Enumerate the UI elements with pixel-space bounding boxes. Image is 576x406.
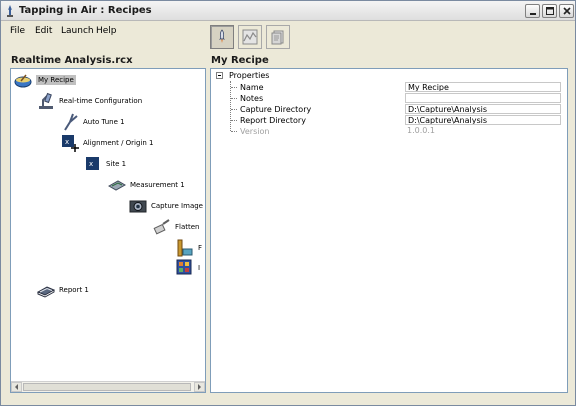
tree-label: Flatten bbox=[175, 223, 200, 231]
properties-grid: Properties Name My Recipe Notes Capture … bbox=[210, 68, 568, 393]
tree-label: I bbox=[198, 264, 201, 272]
alignment-icon: x bbox=[62, 135, 79, 152]
tree-label: Auto Tune 1 bbox=[83, 118, 125, 126]
maximize-icon bbox=[546, 7, 554, 15]
chart-button[interactable] bbox=[238, 25, 262, 49]
property-row-notes: Notes bbox=[231, 93, 561, 104]
name-value-field[interactable]: My Recipe bbox=[405, 82, 561, 92]
measurement-icon bbox=[108, 180, 126, 191]
document-button[interactable] bbox=[266, 25, 290, 49]
properties-group-label: Properties bbox=[229, 71, 270, 80]
capture-directory-field[interactable]: D:\Capture\Analysis bbox=[405, 104, 561, 114]
menu-file[interactable]: File bbox=[10, 26, 25, 36]
tree-label: Site 1 bbox=[106, 160, 127, 168]
maximize-button[interactable] bbox=[542, 4, 557, 18]
tree-connector bbox=[231, 120, 237, 121]
tree-label: Measurement 1 bbox=[130, 181, 185, 189]
menu-launch[interactable]: Launch bbox=[61, 26, 94, 36]
property-row-report-directory: Report Directory D:\Capture\Analysis bbox=[231, 115, 561, 126]
tree-label: Real-time Configuration bbox=[59, 97, 143, 105]
tree-label: My Recipe bbox=[36, 75, 76, 85]
recipe-tree[interactable]: My Recipe Real-time Configuration Auto T… bbox=[10, 68, 206, 393]
scroll-thumb[interactable] bbox=[23, 383, 191, 391]
tree-label: Alignment / Origin 1 bbox=[83, 139, 154, 147]
arrow-right-icon bbox=[198, 384, 201, 390]
recipes-window: Tapping in Air : Recipes File Edit Launc… bbox=[0, 0, 576, 406]
scroll-right-button[interactable] bbox=[194, 382, 205, 392]
bowl-icon bbox=[14, 74, 32, 88]
ruler-icon bbox=[177, 239, 193, 257]
menu-edit[interactable]: Edit bbox=[35, 26, 52, 36]
tree-horizontal-scrollbar[interactable] bbox=[11, 381, 205, 392]
title-bar[interactable]: Tapping in Air : Recipes bbox=[1, 1, 575, 21]
microscope-icon bbox=[39, 92, 53, 109]
property-name: Version bbox=[240, 127, 270, 136]
collapse-toggle-icon[interactable] bbox=[216, 72, 223, 79]
report-icon bbox=[37, 286, 55, 298]
image-grid-icon bbox=[176, 259, 192, 275]
launch-rocket-button[interactable] bbox=[210, 25, 234, 49]
minimize-button[interactable] bbox=[525, 4, 540, 18]
property-row-capture-directory: Capture Directory D:\Capture\Analysis bbox=[231, 104, 561, 115]
site-icon: x bbox=[86, 157, 99, 170]
close-icon bbox=[563, 7, 571, 15]
close-button[interactable] bbox=[559, 4, 574, 18]
tree-connector bbox=[231, 131, 237, 132]
notes-value-field[interactable] bbox=[405, 93, 561, 103]
chart-icon bbox=[242, 29, 258, 45]
rocket-icon bbox=[219, 29, 225, 43]
document-icon bbox=[271, 30, 284, 45]
selected-item-title: My Recipe bbox=[211, 55, 269, 66]
app-icon bbox=[7, 5, 13, 17]
svg-text:x: x bbox=[89, 160, 93, 168]
property-name: Capture Directory bbox=[240, 105, 312, 114]
tree-connector bbox=[231, 87, 237, 88]
property-name: Report Directory bbox=[240, 116, 306, 125]
recipe-file-title: Realtime Analysis.rcx bbox=[11, 55, 133, 66]
tree-label: F bbox=[198, 244, 203, 252]
tree-connector bbox=[231, 98, 237, 99]
tree-connector bbox=[231, 109, 237, 110]
property-name: Notes bbox=[240, 94, 264, 103]
menu-help[interactable]: Help bbox=[96, 26, 117, 36]
tree-label: Capture Image bbox=[151, 202, 203, 210]
scroll-left-button[interactable] bbox=[11, 382, 22, 392]
property-row-version: Version 1.0.0.1 bbox=[231, 126, 561, 137]
camera-icon bbox=[129, 200, 147, 213]
tree-label: Report 1 bbox=[59, 286, 89, 294]
tuning-fork-icon bbox=[64, 113, 78, 131]
report-directory-field[interactable]: D:\Capture\Analysis bbox=[405, 115, 561, 125]
svg-text:x: x bbox=[65, 138, 69, 146]
flatten-icon bbox=[153, 219, 170, 235]
version-value: 1.0.0.1 bbox=[405, 126, 561, 136]
window-title: Tapping in Air : Recipes bbox=[19, 5, 152, 16]
minimize-icon bbox=[530, 13, 536, 15]
menu-bar: File Edit Launch Help bbox=[1, 22, 201, 40]
property-name: Name bbox=[240, 83, 264, 92]
property-row-name: Name My Recipe bbox=[231, 82, 561, 93]
arrow-left-icon bbox=[15, 384, 18, 390]
